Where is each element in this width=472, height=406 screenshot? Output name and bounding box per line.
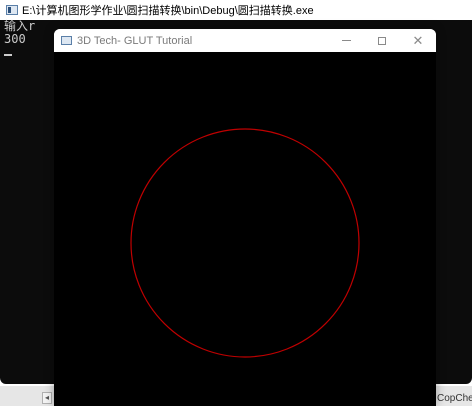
console-line-input: 300 — [4, 32, 26, 46]
maximize-button[interactable] — [364, 29, 400, 52]
circle-drawing — [130, 128, 360, 358]
glut-window: 3D Tech- GLUT Tutorial ✕ — [54, 29, 436, 406]
console-titlebar[interactable]: E:\计算机图形学作业\圆扫描转换\bin\Debug\圆扫描转换.exe — [0, 0, 472, 20]
console-app-icon — [6, 5, 18, 15]
maximize-icon — [378, 36, 386, 45]
minimize-button[interactable] — [328, 29, 364, 52]
close-icon: ✕ — [412, 33, 424, 48]
glut-app-icon — [61, 36, 72, 45]
minimize-icon — [341, 40, 351, 41]
glut-titlebar[interactable]: 3D Tech- GLUT Tutorial ✕ — [54, 29, 436, 52]
console-cursor — [4, 54, 12, 56]
glut-window-title: 3D Tech- GLUT Tutorial — [77, 34, 193, 47]
scan-converted-circle — [130, 128, 360, 358]
window-controls: ✕ — [328, 29, 436, 52]
glut-render-canvas[interactable] — [54, 52, 436, 406]
scroll-left-arrow-icon[interactable]: ◂ — [42, 392, 52, 404]
background-window-text: CopChec — [437, 393, 472, 404]
console-title: E:\计算机图形学作业\圆扫描转换\bin\Debug\圆扫描转换.exe — [22, 5, 314, 17]
close-button[interactable]: ✕ — [400, 29, 436, 52]
